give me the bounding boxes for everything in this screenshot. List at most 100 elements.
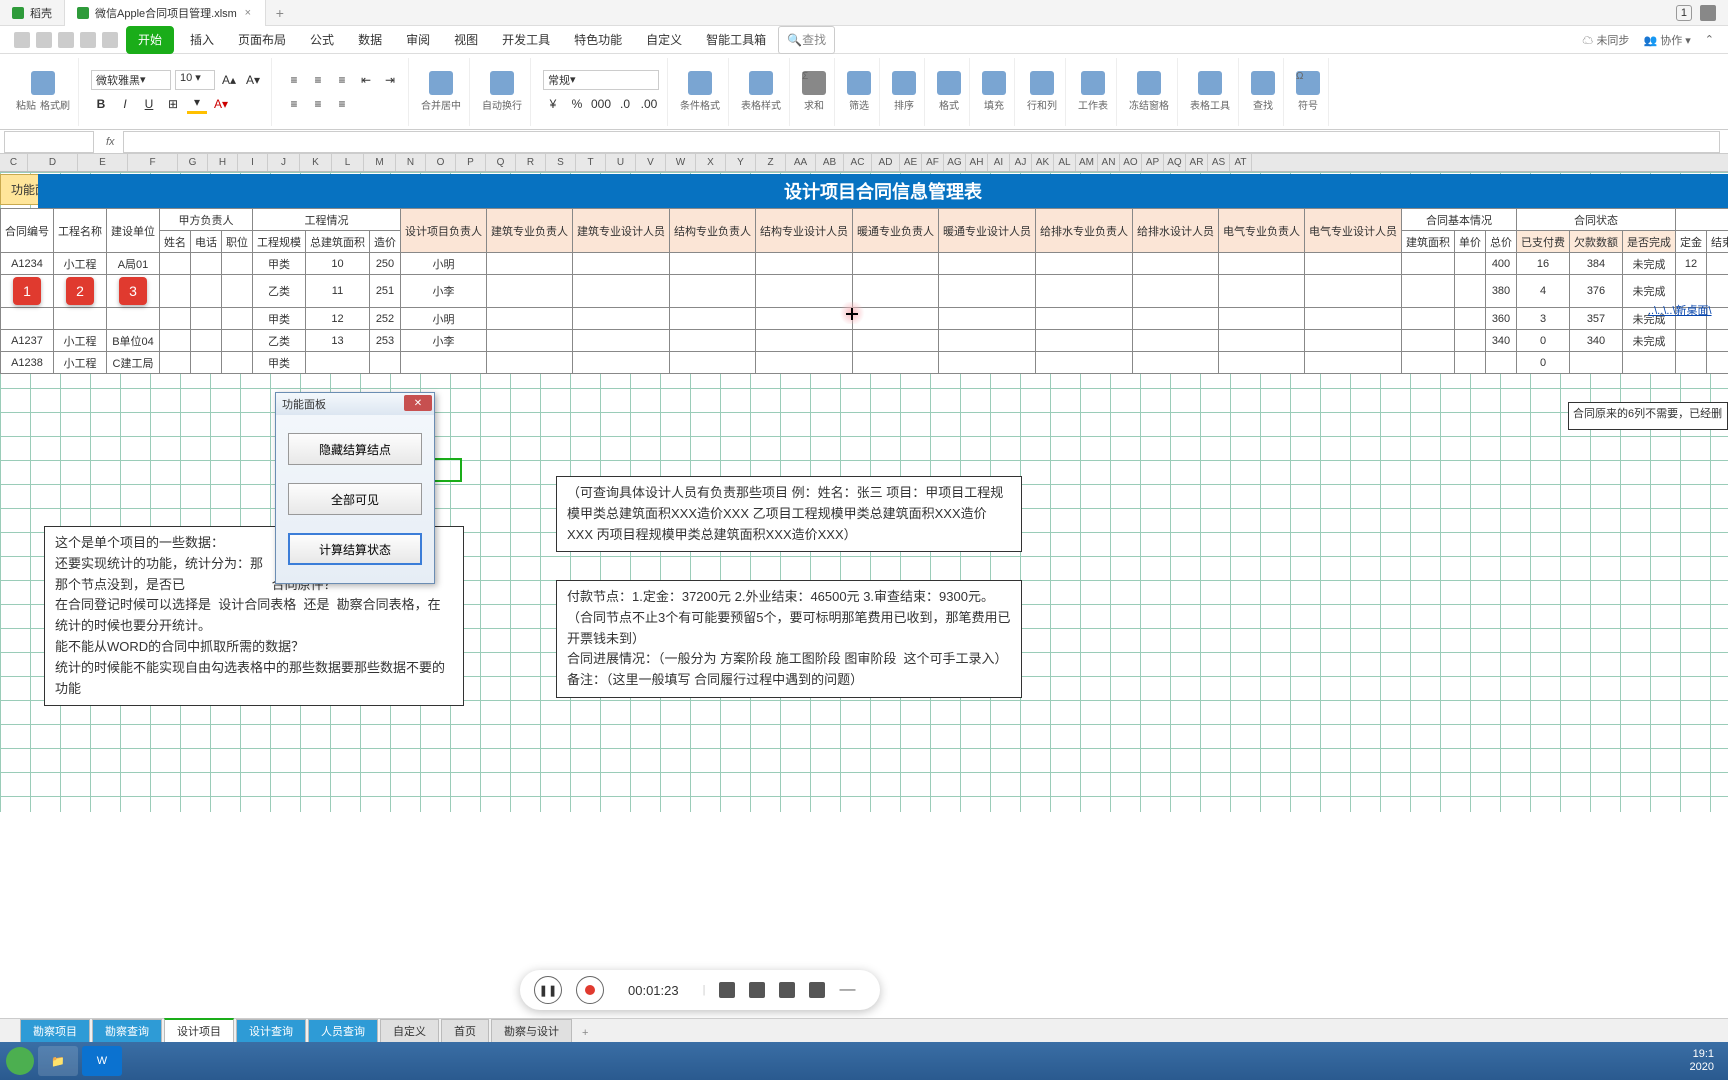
col-header[interactable]: AT xyxy=(1230,154,1252,171)
ribbon-tab-start[interactable]: 开始 xyxy=(126,26,174,54)
sheet-group[interactable]: 工作表 xyxy=(1070,58,1117,126)
sheet-tab[interactable]: 设计项目 xyxy=(164,1018,234,1042)
col-header[interactable]: AQ xyxy=(1164,154,1186,171)
col-header[interactable]: L xyxy=(332,154,364,171)
find-group[interactable]: 查找 xyxy=(1243,58,1284,126)
screen-recorder-bar[interactable]: ❚❚ 00:01:23 | — xyxy=(520,970,880,1010)
font-size-select[interactable]: 10 ▾ xyxy=(175,70,215,90)
tab-file[interactable]: 微信Apple合同项目管理.xlsm× xyxy=(65,0,266,26)
sync-status[interactable]: ☁ 未同步 xyxy=(1582,32,1629,48)
collab-button[interactable]: 👥 协作 ▾ xyxy=(1643,32,1690,48)
col-header[interactable]: V xyxy=(636,154,666,171)
speaker-icon[interactable] xyxy=(719,982,735,998)
fill-group[interactable]: 填充 xyxy=(974,58,1015,126)
font-color-button[interactable]: A▾ xyxy=(211,94,231,114)
print-icon[interactable] xyxy=(102,32,118,48)
col-header[interactable]: AA xyxy=(786,154,816,171)
save-icon[interactable] xyxy=(36,32,52,48)
sheet-tab[interactable]: 勘察项目 xyxy=(20,1019,90,1042)
dialog-titlebar[interactable]: 功能面板 ✕ xyxy=(276,393,434,415)
percent-icon[interactable]: % xyxy=(567,94,587,114)
sum-group[interactable]: Σ求和 xyxy=(794,58,835,126)
col-header[interactable]: AC xyxy=(844,154,872,171)
sheet-tab[interactable]: 设计查询 xyxy=(236,1019,306,1042)
col-header[interactable]: Y xyxy=(726,154,756,171)
col-header[interactable]: O xyxy=(426,154,456,171)
note-textbox-2[interactable]: （可查询具体设计人员有负责那些项目 例：姓名：张三 项目：甲项目工程规模甲类总建… xyxy=(556,476,1022,552)
explorer-icon[interactable]: 📁 xyxy=(38,1046,78,1076)
mic-icon[interactable] xyxy=(749,982,765,998)
filter-group[interactable]: 筛选 xyxy=(839,58,880,126)
hyperlink-cell[interactable]: ..\..\..\新桌面\ xyxy=(1648,302,1728,322)
camera-icon[interactable] xyxy=(779,982,795,998)
col-header[interactable]: AS xyxy=(1208,154,1230,171)
dec-dec-icon[interactable]: .00 xyxy=(639,94,659,114)
col-header[interactable]: G xyxy=(178,154,208,171)
col-header[interactable]: AF xyxy=(922,154,944,171)
hide-nodes-button[interactable]: 隐藏结算结点 xyxy=(288,433,422,465)
currency-icon[interactable]: ¥ xyxy=(543,94,563,114)
note-textbox-3[interactable]: 付款节点：1.定金：37200元 2.外业结束：46500元 3.审查结束：93… xyxy=(556,580,1022,698)
align-bot-icon[interactable]: ≡ xyxy=(332,70,352,90)
table-row[interactable]: A1238小工程C建工局甲类0 xyxy=(1,352,1728,374)
search-box[interactable]: 🔍 查找 xyxy=(778,26,835,54)
merge-icon[interactable] xyxy=(429,71,453,95)
sheet-tab[interactable]: 自定义 xyxy=(380,1019,439,1042)
underline-button[interactable]: U xyxy=(139,94,159,114)
show-all-button[interactable]: 全部可见 xyxy=(288,483,422,515)
align-center-icon[interactable]: ≡ xyxy=(308,94,328,114)
align-mid-icon[interactable]: ≡ xyxy=(308,70,328,90)
paste-icon[interactable] xyxy=(31,71,55,95)
table-style-group[interactable]: 表格样式 xyxy=(733,58,790,126)
ribbon-tab-feature[interactable]: 特色功能 xyxy=(562,26,634,54)
col-header[interactable]: M xyxy=(364,154,396,171)
col-header[interactable]: Q xyxy=(486,154,516,171)
format-painter-label[interactable]: 格式刷 xyxy=(40,97,70,112)
shrink-font-button[interactable]: A▾ xyxy=(243,70,263,90)
col-header[interactable]: K xyxy=(300,154,332,171)
col-header[interactable]: AJ xyxy=(1010,154,1032,171)
tab-close-icon[interactable]: × xyxy=(243,8,253,18)
ribbon-tab-insert[interactable]: 插入 xyxy=(178,26,226,54)
col-header[interactable]: E xyxy=(78,154,128,171)
col-header[interactable]: X xyxy=(696,154,726,171)
font-name-select[interactable]: 微软雅黑 ▾ xyxy=(91,70,171,90)
sheet-tab[interactable]: 勘察与设计 xyxy=(491,1019,572,1042)
stop-button[interactable] xyxy=(576,976,604,1004)
border-button[interactable]: ⊞ xyxy=(163,94,183,114)
cond-fmt-group[interactable]: 条件格式 xyxy=(672,58,729,126)
ribbon-tab-custom[interactable]: 自定义 xyxy=(634,26,694,54)
col-header[interactable]: N xyxy=(396,154,426,171)
col-header[interactable]: AO xyxy=(1120,154,1142,171)
col-header[interactable]: AR xyxy=(1186,154,1208,171)
dialog-close-button[interactable]: ✕ xyxy=(404,395,432,411)
tools-group[interactable]: 表格工具 xyxy=(1182,58,1239,126)
col-header[interactable]: C xyxy=(0,154,28,171)
tab-shell[interactable]: 稻壳 xyxy=(0,0,65,26)
table-row[interactable]: A1234小工程A局01甲类10250小明40016384未完成124 xyxy=(1,253,1728,275)
caret-up-icon[interactable]: ⌃ xyxy=(1705,33,1714,46)
bold-button[interactable]: B xyxy=(91,94,111,114)
col-header[interactable]: D xyxy=(28,154,78,171)
col-header[interactable]: AI xyxy=(988,154,1010,171)
sort-group[interactable]: 排序 xyxy=(884,58,925,126)
name-box[interactable] xyxy=(4,131,94,153)
col-header[interactable]: AE xyxy=(900,154,922,171)
ribbon-tab-view[interactable]: 视图 xyxy=(442,26,490,54)
col-header[interactable]: AG xyxy=(944,154,966,171)
col-header[interactable]: U xyxy=(606,154,636,171)
ribbon-tab-layout[interactable]: 页面布局 xyxy=(226,26,298,54)
col-header[interactable]: AP xyxy=(1142,154,1164,171)
col-header[interactable]: AL xyxy=(1054,154,1076,171)
formula-bar[interactable] xyxy=(123,131,1720,153)
fill-color-button[interactable]: ▾ xyxy=(187,94,207,114)
col-header[interactable]: AH xyxy=(966,154,988,171)
sheet-tab[interactable]: 人员查询 xyxy=(308,1019,378,1042)
indent-dec-icon[interactable]: ⇤ xyxy=(356,70,376,90)
menu-icon[interactable] xyxy=(14,32,30,48)
ribbon-tab-formula[interactable]: 公式 xyxy=(298,26,346,54)
pause-button[interactable]: ❚❚ xyxy=(534,976,562,1004)
wps-icon[interactable]: W xyxy=(82,1046,122,1076)
sheet-tab[interactable]: 勘察查询 xyxy=(92,1019,162,1042)
ribbon-tab-smart[interactable]: 智能工具箱 xyxy=(694,26,778,54)
